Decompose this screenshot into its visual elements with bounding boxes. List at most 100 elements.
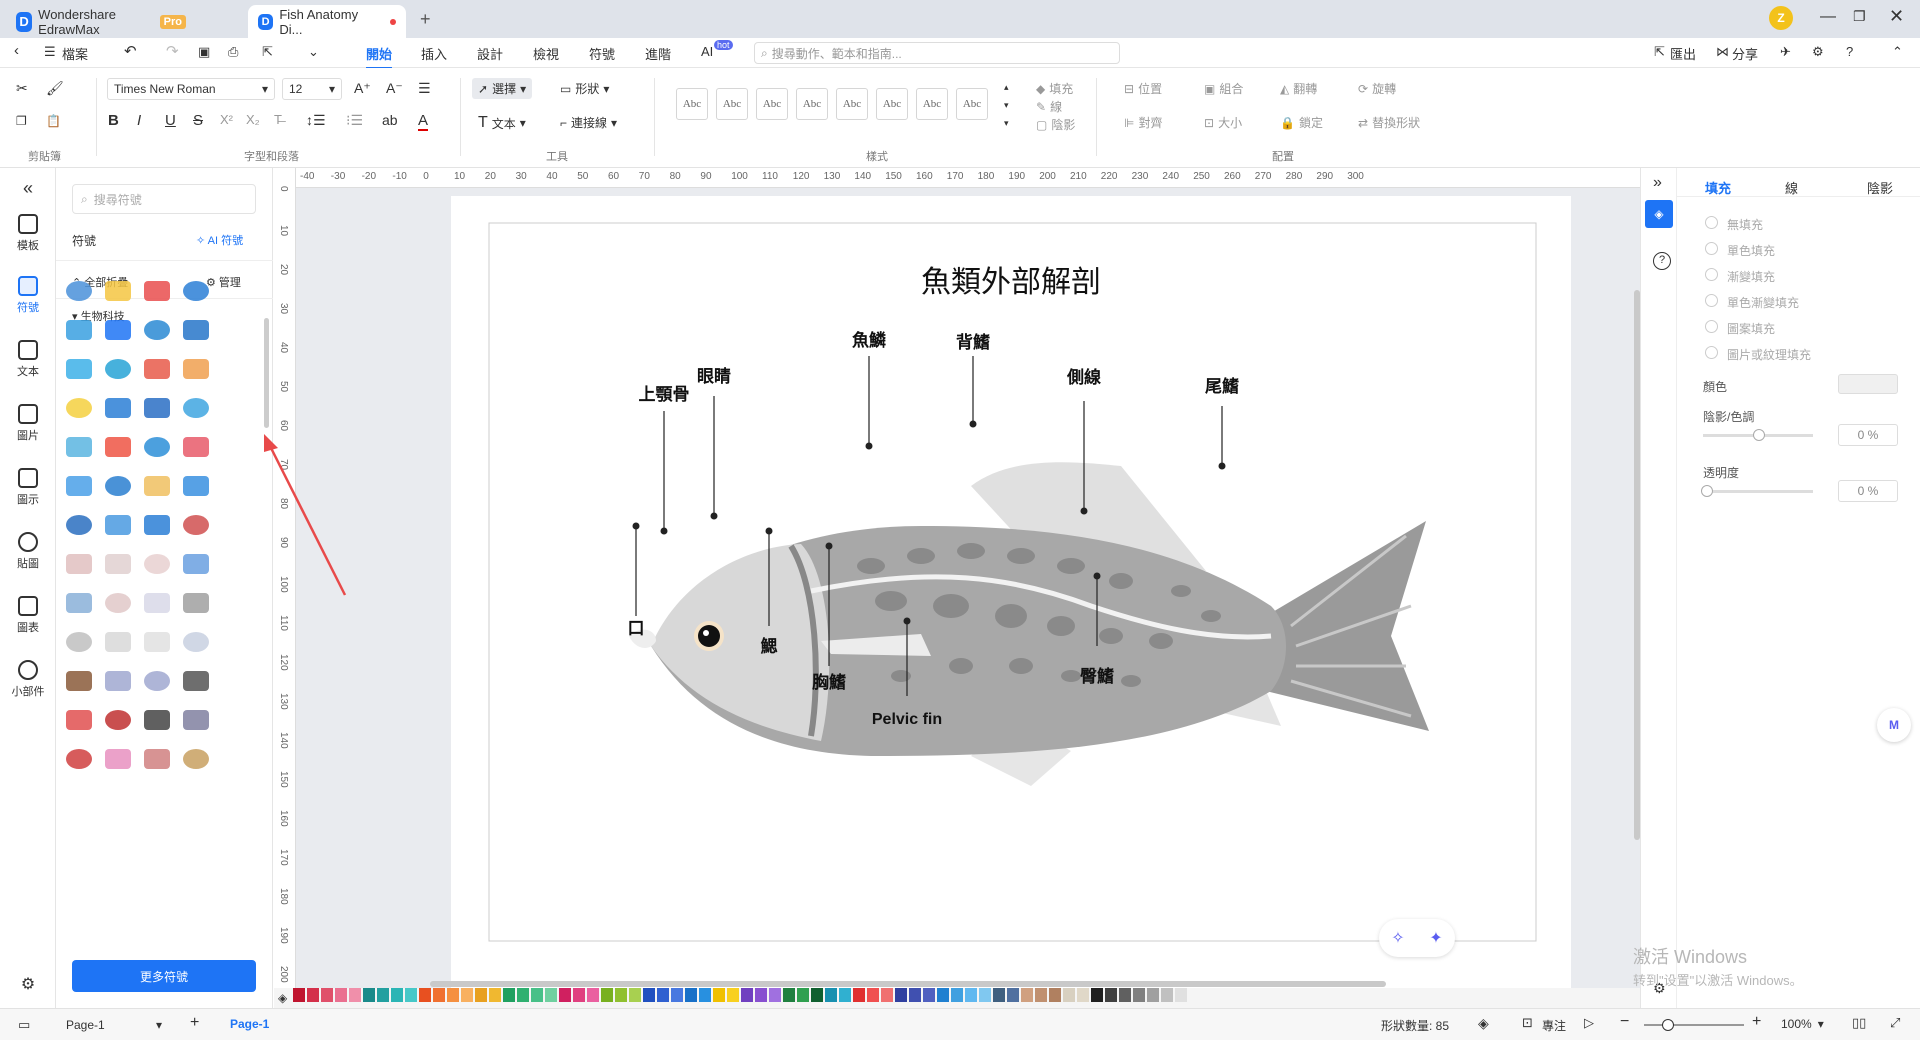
position-button[interactable]: ⊟ 位置	[1124, 80, 1162, 97]
symbol-item[interactable]	[99, 623, 137, 661]
restore-icon[interactable]: ❐	[1853, 8, 1866, 25]
symbol-item[interactable]	[177, 311, 215, 349]
format-painter-icon[interactable]: 🖌	[46, 80, 64, 97]
style-preset[interactable]: Abc	[916, 88, 948, 120]
symbol-item[interactable]	[177, 428, 215, 466]
style-preset[interactable]: Abc	[956, 88, 988, 120]
radio-picture-fill[interactable]	[1705, 346, 1718, 359]
palette-swatch[interactable]	[377, 988, 390, 1002]
focus-label[interactable]: 專注	[1542, 1017, 1566, 1034]
fill-paint-icon[interactable]: ◈	[1645, 200, 1673, 228]
symbol-item[interactable]	[60, 545, 98, 583]
palette-swatch[interactable]	[629, 988, 642, 1002]
ai-magic-icon[interactable]: ✧	[1391, 928, 1404, 948]
palette-swatch[interactable]	[1175, 988, 1188, 1002]
radio-solid-fill[interactable]	[1705, 242, 1718, 255]
palette-swatch[interactable]	[1091, 988, 1104, 1002]
palette-swatch[interactable]	[363, 988, 376, 1002]
palette-swatch[interactable]	[447, 988, 460, 1002]
page-layout-icon[interactable]: ▭	[18, 1017, 30, 1033]
close-window-icon[interactable]: ✕	[1889, 6, 1904, 27]
palette-swatch[interactable]	[755, 988, 768, 1002]
palette-swatch[interactable]	[699, 988, 712, 1002]
palette-swatch[interactable]	[601, 988, 614, 1002]
palette-swatch[interactable]	[1119, 988, 1132, 1002]
undo-icon[interactable]: ↶	[124, 42, 137, 60]
user-avatar[interactable]: Z	[1769, 6, 1793, 30]
settings-icon[interactable]: ⚙	[1812, 44, 1824, 60]
palette-swatch[interactable]	[391, 988, 404, 1002]
style-preset[interactable]: Abc	[756, 88, 788, 120]
style-preset[interactable]: Abc	[836, 88, 868, 120]
fish-diagram[interactable]: 魚類外部解剖 魚鱗 背鰭 眼睛 上顎骨 側線 尾鰭 口 鰓 胸鰭 臀鰭 Pelv…	[451, 196, 1571, 1000]
tab-ai[interactable]: AI	[701, 44, 713, 59]
line-button[interactable]: ✎ 線	[1036, 98, 1062, 115]
palette-swatch[interactable]	[545, 988, 558, 1002]
nav-images[interactable]: 圖片	[0, 404, 56, 443]
line-spacing-icon[interactable]: ↕☰	[306, 112, 326, 129]
gallery-up-icon[interactable]: ▴	[1004, 82, 1009, 93]
palette-swatch[interactable]	[335, 988, 348, 1002]
palette-swatch[interactable]	[1007, 988, 1020, 1002]
symbol-item[interactable]	[60, 584, 98, 622]
symbol-item[interactable]	[177, 545, 215, 583]
flip-button[interactable]: ◭ 翻轉	[1280, 80, 1317, 97]
symbol-item[interactable]	[177, 467, 215, 505]
palette-swatch[interactable]	[783, 988, 796, 1002]
palette-swatch[interactable]	[1133, 988, 1146, 1002]
palette-swatch[interactable]	[461, 988, 474, 1002]
canvas-horizontal-scrollbar[interactable]	[430, 981, 1386, 987]
app-tab[interactable]: D Wondershare EdrawMax Pro	[6, 5, 196, 38]
transparency-slider-track[interactable]	[1703, 490, 1813, 493]
symbol-item[interactable]	[60, 389, 98, 427]
hamburger-icon[interactable]: ☰	[44, 44, 56, 60]
collapse-panel-icon[interactable]: «	[0, 178, 56, 199]
symbol-item[interactable]	[177, 389, 215, 427]
symbol-item[interactable]	[138, 545, 176, 583]
superscript-icon[interactable]: X²	[220, 112, 233, 127]
palette-swatch[interactable]	[1105, 988, 1118, 1002]
nav-icons[interactable]: 圖示	[0, 468, 56, 507]
symbol-item[interactable]	[60, 506, 98, 544]
style-preset[interactable]: Abc	[796, 88, 828, 120]
symbol-item[interactable]	[138, 623, 176, 661]
palette-swatch[interactable]	[1021, 988, 1034, 1002]
lock-button[interactable]: 🔒 鎖定	[1280, 114, 1323, 131]
print-icon[interactable]: ⎙	[228, 44, 238, 60]
symbol-item[interactable]	[60, 467, 98, 505]
add-page-icon[interactable]: +	[190, 1014, 199, 1032]
transparency-slider-handle[interactable]	[1701, 485, 1713, 497]
palette-swatch[interactable]	[517, 988, 530, 1002]
symbol-item[interactable]	[60, 272, 98, 310]
symbol-item[interactable]	[99, 428, 137, 466]
tab-insert[interactable]: 插入	[421, 44, 447, 63]
zoom-out-icon[interactable]: −	[1620, 1013, 1629, 1031]
palette-swatch[interactable]	[867, 988, 880, 1002]
nav-stickers[interactable]: 貼圖	[0, 532, 56, 571]
symbol-item[interactable]	[177, 272, 215, 310]
palette-swatch[interactable]	[811, 988, 824, 1002]
focus-icon[interactable]: ⊡	[1522, 1015, 1533, 1031]
palette-swatch[interactable]	[349, 988, 362, 1002]
symbol-item[interactable]	[177, 740, 215, 778]
tab-line[interactable]: 線	[1785, 178, 1798, 197]
palette-swatch[interactable]	[965, 988, 978, 1002]
text-tool[interactable]: T 文本 ▾	[478, 114, 526, 132]
nav-charts[interactable]: 圖表	[0, 596, 56, 635]
palette-swatch[interactable]	[1063, 988, 1076, 1002]
export-small-icon[interactable]: ⇱	[262, 44, 273, 60]
gallery-more-icon[interactable]: ▾	[1004, 118, 1009, 129]
grow-font-icon[interactable]: A⁺	[354, 80, 371, 97]
palette-swatch[interactable]	[307, 988, 320, 1002]
back-icon[interactable]: ‹	[14, 42, 19, 59]
palette-swatch[interactable]	[1035, 988, 1048, 1002]
palette-swatch[interactable]	[559, 988, 572, 1002]
font-color-icon[interactable]: A	[418, 112, 429, 131]
share-icon[interactable]: ⋈	[1716, 44, 1729, 60]
symbol-item[interactable]	[138, 506, 176, 544]
ai-sparkle-icon[interactable]: ✦	[1429, 928, 1442, 948]
palette-swatch[interactable]	[643, 988, 656, 1002]
more-symbols-button[interactable]: 更多符號	[72, 960, 256, 992]
palette-swatch[interactable]	[951, 988, 964, 1002]
color-swatch[interactable]	[1838, 374, 1898, 394]
